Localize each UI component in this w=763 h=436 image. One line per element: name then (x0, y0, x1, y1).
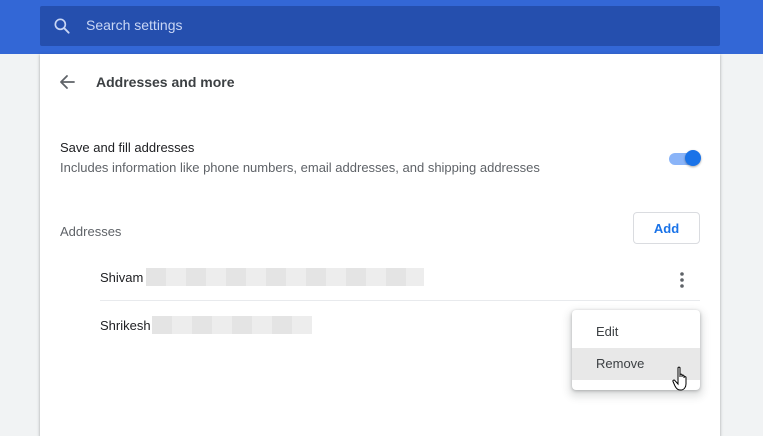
search-input[interactable]: Search settings (86, 17, 183, 33)
toggle-knob (685, 150, 701, 166)
setting-title: Save and fill addresses (60, 140, 195, 155)
address-name: Shivam (100, 270, 144, 285)
setting-subtitle: Includes information like phone numbers,… (60, 160, 540, 175)
save-addresses-toggle[interactable] (669, 150, 701, 166)
more-vert-icon[interactable] (670, 268, 694, 292)
hand-pointer-icon (672, 366, 687, 391)
settings-card: Addresses and more Save and fill address… (40, 54, 720, 436)
addresses-section-label: Addresses (60, 224, 122, 239)
menu-item-label: Remove (596, 356, 645, 371)
menu-item-edit[interactable]: Edit (572, 316, 700, 348)
address-name: Shrikesh (100, 318, 151, 333)
redacted-address (146, 268, 424, 286)
redacted-address (152, 316, 312, 334)
back-arrow-icon[interactable] (58, 72, 78, 92)
search-box[interactable]: Search settings (40, 6, 720, 46)
search-icon (54, 18, 70, 34)
menu-item-label: Edit (596, 324, 619, 339)
page-title: Addresses and more (96, 74, 235, 90)
add-address-button[interactable]: Add (633, 212, 700, 244)
address-row: Shivam (100, 256, 700, 301)
header-bar: Search settings (0, 0, 763, 54)
